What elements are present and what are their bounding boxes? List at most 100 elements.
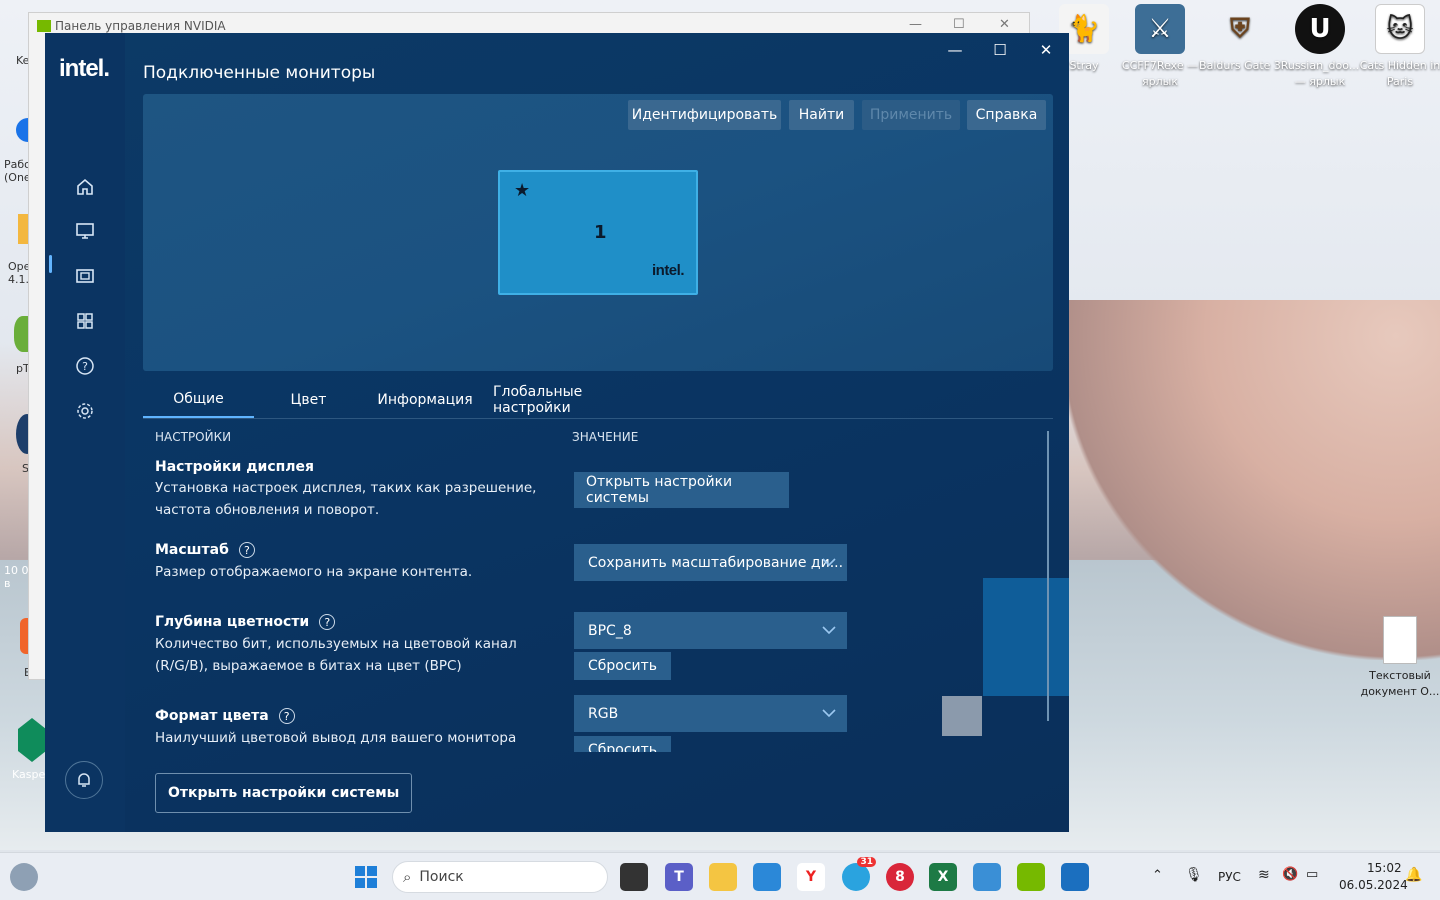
search-icon: ⌕ bbox=[403, 868, 412, 886]
desktop-icon-label: Baldurs Gate 3 bbox=[1199, 59, 1281, 72]
language-indicator[interactable]: РУС bbox=[1218, 870, 1241, 884]
close-icon[interactable]: ✕ bbox=[999, 17, 1010, 32]
unreal-engine-icon: U bbox=[1295, 4, 1345, 54]
desktop-icon-baldurs-gate[interactable]: ⛨ Baldurs Gate 3 bbox=[1198, 4, 1282, 74]
close-button[interactable]: ✕ bbox=[1031, 39, 1061, 61]
gear-icon bbox=[77, 403, 93, 419]
chevron-down-icon bbox=[822, 558, 836, 567]
telegram-badge: 31 bbox=[857, 857, 876, 867]
excel-icon[interactable]: X bbox=[929, 863, 957, 891]
file-explorer-icon[interactable] bbox=[709, 863, 737, 891]
scale-dropdown[interactable]: Сохранить масштабирование ди... bbox=[574, 544, 847, 581]
color-format-reset-button[interactable]: Сбросить bbox=[574, 736, 671, 752]
scale-title-text: Масштаб bbox=[155, 542, 229, 558]
decorative-block bbox=[942, 696, 982, 736]
tab-global-settings[interactable]: Глобальные настройки bbox=[493, 381, 663, 418]
color-format-desc: Наилучший цветовой вывод для вашего мони… bbox=[155, 730, 517, 746]
search-placeholder: Поиск bbox=[419, 869, 464, 885]
wifi-icon[interactable]: ≋ bbox=[1258, 867, 1270, 883]
chevron-down-icon bbox=[822, 626, 836, 635]
tab-info[interactable]: Информация bbox=[370, 381, 480, 418]
identify-button[interactable]: Идентифицировать bbox=[628, 100, 781, 130]
nav-display[interactable] bbox=[71, 217, 99, 245]
open-system-settings-button[interactable]: Открыть настройки системы bbox=[574, 472, 789, 508]
telegram-icon[interactable]: 31 bbox=[842, 857, 876, 891]
page-title: Подключенные мониторы bbox=[143, 63, 376, 83]
desc-line: (R/G/B), выражаемое в битах на цвет (BPC… bbox=[155, 658, 462, 674]
notepad-icon[interactable] bbox=[973, 863, 1001, 891]
footer-open-system-settings-button[interactable]: Открыть настройки системы bbox=[155, 773, 413, 813]
app-icon-terminal[interactable] bbox=[620, 863, 648, 891]
clock-date[interactable]: 06.05.2024 bbox=[1339, 878, 1408, 892]
desktop-icon-ccff7r[interactable]: ⚔ CCFF7Rexe — ярлык bbox=[1118, 4, 1202, 90]
help-icon[interactable]: ? bbox=[319, 614, 336, 630]
find-button[interactable]: Найти bbox=[789, 100, 854, 130]
desc-line: частота обновления и поворот. bbox=[155, 502, 380, 518]
game-cover-icon: ⚔ bbox=[1135, 4, 1185, 54]
text-document-icon bbox=[1383, 616, 1417, 664]
battery-icon[interactable]: ▭ bbox=[1306, 867, 1318, 882]
nvidia-icon[interactable] bbox=[1017, 863, 1045, 891]
monitor-icon bbox=[76, 223, 94, 239]
desktop-icon-text-doc[interactable]: Текстовый документ О... bbox=[1358, 616, 1440, 700]
clock-time[interactable]: 15:02 bbox=[1367, 861, 1402, 875]
settings-column-header: НАСТРОЙКИ bbox=[155, 430, 232, 444]
desktop-icon-russian-doo[interactable]: U Russian_doo... — ярлык bbox=[1278, 4, 1362, 90]
apply-button[interactable]: Применить bbox=[862, 100, 960, 130]
nav-apps[interactable] bbox=[71, 307, 99, 335]
help-icon[interactable]: ? bbox=[238, 542, 255, 558]
color-depth-dropdown[interactable]: BPC_8 bbox=[574, 612, 847, 649]
maximize-button[interactable]: ☐ bbox=[985, 39, 1015, 61]
scale-desc: Размер отображаемого на экране контента. bbox=[155, 564, 473, 580]
minimize-icon[interactable]: — bbox=[909, 17, 922, 32]
microsoft-store-icon[interactable] bbox=[753, 863, 781, 891]
intel-graphics-window: intel. ? — ☐ ✕ Подключенные мониторы Иде… bbox=[45, 33, 1069, 832]
notifications-button[interactable] bbox=[65, 761, 103, 799]
volume-muted-icon[interactable]: 🔇 bbox=[1282, 867, 1298, 882]
baldurs-gate-icon: ⛨ bbox=[1230, 14, 1250, 44]
tray-overflow-icon[interactable]: ⌃ bbox=[1152, 868, 1163, 883]
nav-settings[interactable] bbox=[71, 397, 99, 425]
nvidia-window-title: Панель управления NVIDIA bbox=[55, 19, 226, 33]
decorative-block bbox=[983, 578, 1069, 696]
taskbar-search[interactable]: ⌕ Поиск bbox=[392, 861, 608, 893]
tab-bar: Общие Цвет Информация Глобальные настрой… bbox=[143, 381, 1053, 419]
desktop-dune bbox=[1060, 300, 1440, 660]
desc-line: Установка настроек дисплея, таких как ра… bbox=[155, 480, 537, 496]
monitor-tile-1[interactable]: ★ 1 intel. bbox=[498, 170, 698, 295]
tab-general[interactable]: Общие bbox=[143, 381, 254, 418]
color-format-dropdown[interactable]: RGB bbox=[574, 695, 847, 732]
color-depth-dropdown-value: BPC_8 bbox=[588, 622, 632, 639]
tab-color[interactable]: Цвет bbox=[271, 381, 346, 418]
desktop-icon-label: Cats Hidden in Paris bbox=[1359, 59, 1440, 88]
nav-home[interactable] bbox=[71, 173, 99, 201]
help-icon[interactable]: ? bbox=[278, 708, 295, 724]
help-button[interactable]: Справка bbox=[967, 100, 1046, 130]
nav-active-indicator bbox=[49, 255, 52, 273]
color-depth-reset-button[interactable]: Сбросить bbox=[574, 652, 671, 680]
nav-video[interactable] bbox=[71, 262, 99, 290]
yandex-browser-icon[interactable]: Y bbox=[797, 863, 825, 891]
maximize-icon[interactable]: ☐ bbox=[953, 17, 965, 32]
nvidia-logo-icon bbox=[37, 20, 51, 32]
svg-text:?: ? bbox=[82, 360, 88, 373]
desktop-icon-label: Stray bbox=[1069, 59, 1099, 72]
app-icon-red[interactable]: 8 bbox=[886, 863, 914, 891]
intel-command-center-icon[interactable] bbox=[1061, 863, 1089, 891]
minimize-icon: — bbox=[947, 41, 963, 59]
nav-help[interactable]: ? bbox=[71, 352, 99, 380]
notification-bell-icon[interactable]: 🔔 bbox=[1405, 867, 1422, 883]
microphone-icon[interactable]: 🎙 bbox=[1185, 867, 1203, 883]
desktop-icon-cats-hidden[interactable]: 🐱 Cats Hidden in Paris bbox=[1358, 4, 1440, 90]
minimize-button[interactable]: — bbox=[940, 39, 970, 61]
maximize-icon: ☐ bbox=[993, 41, 1007, 59]
desktop-icon-label: CCFF7Rexe — ярлык bbox=[1121, 59, 1199, 88]
start-button[interactable] bbox=[352, 863, 380, 891]
scale-dropdown-value: Сохранить масштабирование ди... bbox=[588, 554, 844, 571]
teams-icon[interactable]: T bbox=[665, 863, 693, 891]
widgets-icon[interactable] bbox=[10, 863, 38, 891]
value-column-header: ЗНАЧЕНИЕ bbox=[572, 430, 639, 444]
windows-logo-icon bbox=[355, 866, 377, 888]
sidebar: intel. ? bbox=[45, 33, 125, 832]
scrollbar[interactable] bbox=[1047, 431, 1049, 721]
